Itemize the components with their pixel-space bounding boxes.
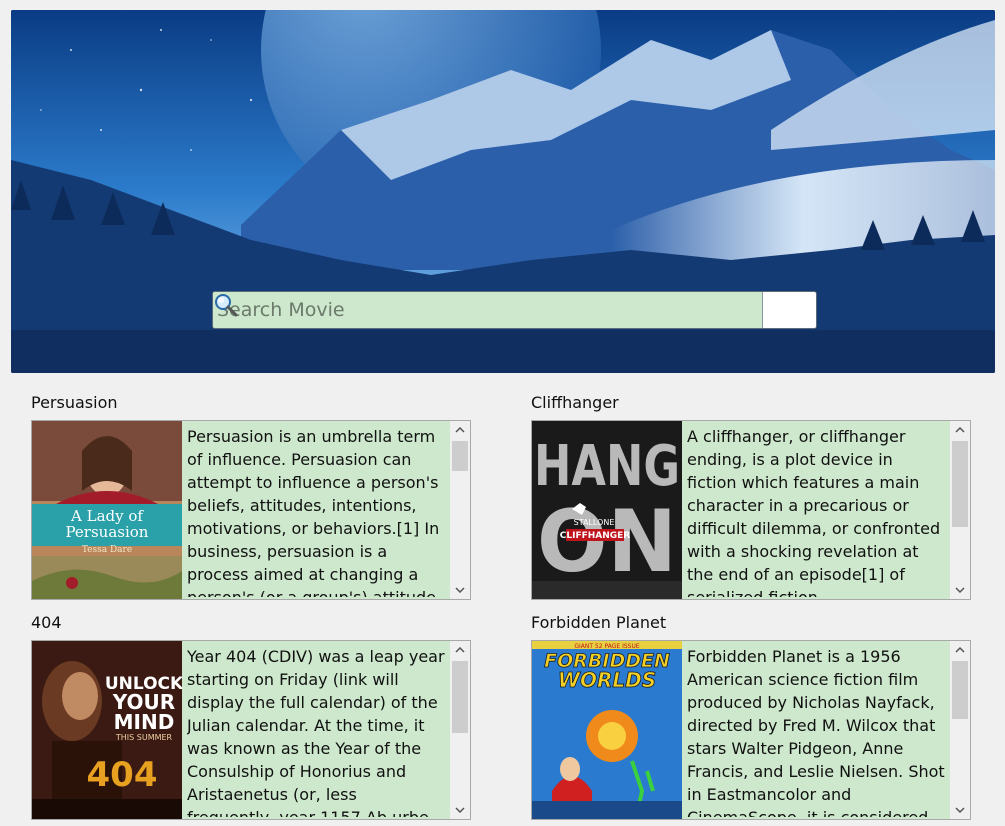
scroll-down-button[interactable] — [950, 801, 970, 819]
scroll-thumb[interactable] — [452, 441, 468, 471]
search-button[interactable] — [215, 292, 816, 328]
chevron-up-icon — [455, 427, 465, 433]
scroll-thumb[interactable] — [952, 661, 968, 719]
search-input[interactable] — [213, 292, 762, 328]
movie-card: HANG ON STALLONE CLIFFHANGER A cliffhang… — [531, 420, 971, 600]
scrollbar[interactable] — [950, 421, 970, 599]
scroll-up-button[interactable] — [950, 641, 970, 659]
chevron-down-icon — [455, 807, 465, 813]
scroll-up-button[interactable] — [450, 641, 470, 659]
movie-title: Persuasion — [31, 393, 118, 412]
movie-poster: UNLOCK YOUR MIND THIS SUMMER 404 — [32, 641, 182, 819]
scrollbar[interactable] — [450, 641, 470, 819]
chevron-down-icon — [955, 807, 965, 813]
movie-card: UNLOCK YOUR MIND THIS SUMMER 404 Year 40… — [31, 640, 471, 820]
scroll-thumb[interactable] — [952, 441, 968, 527]
chevron-down-icon — [955, 587, 965, 593]
search-bar — [212, 291, 817, 329]
movie-title: Forbidden Planet — [531, 613, 667, 632]
chevron-up-icon — [455, 647, 465, 653]
scrollbar[interactable] — [950, 641, 970, 819]
movie-title: Cliffhanger — [531, 393, 619, 412]
movie-card: A Lady of Persuasion Tessa Dare Persuasi… — [31, 420, 471, 600]
movie-poster: GIANT 52 PAGE ISSUE FORBIDDEN WORLDS — [532, 641, 682, 819]
chevron-up-icon — [955, 647, 965, 653]
poster-number: 404 — [87, 755, 158, 795]
movie-poster: A Lady of Persuasion Tessa Dare — [32, 421, 182, 599]
poster-film: CLIFFHANGER — [560, 531, 631, 541]
scroll-up-button[interactable] — [450, 421, 470, 439]
scroll-down-button[interactable] — [950, 581, 970, 599]
poster-banner: GIANT 52 PAGE ISSUE — [574, 643, 639, 650]
poster-tagline: THIS SUMMER — [115, 733, 173, 742]
poster-actor: STALLONE — [574, 518, 615, 527]
poster-title-line1: HANG — [534, 434, 680, 499]
poster-title-line3: MIND — [114, 710, 175, 734]
poster-title-line2: Persuasion — [66, 523, 149, 541]
search-icon — [215, 294, 238, 317]
movie-card: GIANT 52 PAGE ISSUE FORBIDDEN WORLDS For… — [531, 640, 971, 820]
chevron-up-icon — [955, 427, 965, 433]
poster-title-line2: WORLDS — [558, 668, 656, 692]
movie-description: Persuasion is an umbrella term of influe… — [187, 427, 440, 597]
movie-description: A cliffhanger, or cliffhanger ending, is… — [687, 427, 941, 597]
scroll-thumb[interactable] — [452, 661, 468, 733]
header-banner — [11, 10, 995, 373]
movie-description: Year 404 (CDIV) was a leap year starting… — [187, 647, 445, 817]
scrollbar[interactable] — [450, 421, 470, 599]
movie-description: Forbidden Planet is a 1956 American scie… — [687, 647, 945, 817]
poster-title-line2: ON — [537, 492, 677, 592]
movie-title: 404 — [31, 613, 62, 632]
scroll-up-button[interactable] — [950, 421, 970, 439]
scroll-down-button[interactable] — [450, 581, 470, 599]
movie-poster: HANG ON STALLONE CLIFFHANGER — [532, 421, 682, 599]
poster-author: Tessa Dare — [82, 545, 132, 555]
scroll-down-button[interactable] — [450, 801, 470, 819]
chevron-down-icon — [455, 587, 465, 593]
